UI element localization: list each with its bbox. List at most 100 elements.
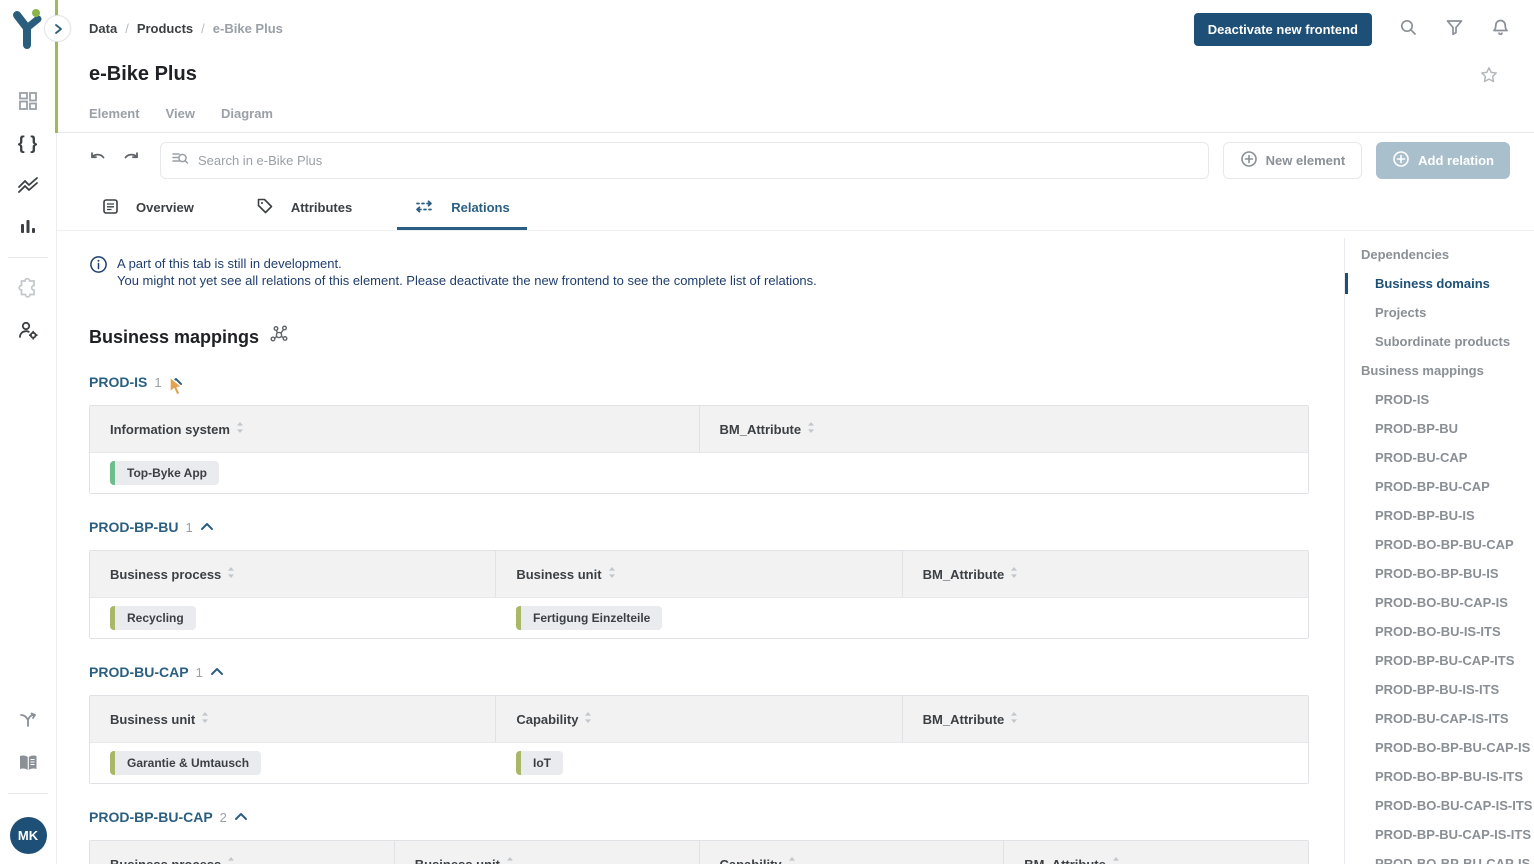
element-tag-top-byke-app[interactable]: Top-Byke App — [110, 461, 219, 485]
tab-label: Relations — [451, 200, 510, 215]
tab-attributes[interactable]: Attributes — [239, 188, 369, 230]
element-tag-iot[interactable]: IoT — [516, 751, 563, 775]
new-element-button[interactable]: New element — [1223, 142, 1362, 179]
section-toggle-prod-bp-bu[interactable]: PROD-BP-BU1 — [89, 518, 1342, 536]
bell-icon[interactable] — [1491, 18, 1510, 42]
element-search-box[interactable] — [160, 142, 1209, 179]
section-toggle-prod-bp-bu-cap[interactable]: PROD-BP-BU-CAP2 — [89, 808, 1342, 826]
column-header-bm-attribute[interactable]: BM_Attribute — [1004, 841, 1308, 864]
redo-icon[interactable] — [121, 149, 141, 172]
column-label: Business unit — [110, 712, 195, 727]
trend-lines-icon[interactable] — [0, 164, 56, 206]
development-notice: A part of this tab is still in developme… — [89, 255, 1342, 289]
breadcrumb-current: e-Bike Plus — [213, 21, 283, 36]
column-label: Business unit — [516, 567, 601, 582]
book-icon[interactable] — [0, 742, 56, 784]
tab-relations[interactable]: Relations — [397, 188, 527, 230]
deactivate-new-frontend-button[interactable]: Deactivate new frontend — [1194, 13, 1372, 46]
search-input[interactable] — [196, 152, 1198, 169]
sidebar-expand-button[interactable] — [44, 15, 71, 42]
column-header-business-unit[interactable]: Business unit — [395, 841, 700, 864]
deps-item-prod-bo-bu-cap-is-its[interactable]: PROD-BO-BU-CAP-IS-ITS — [1345, 791, 1534, 820]
deps-item-prod-bo-bp-bu-is-its[interactable]: PROD-BO-BP-BU-IS-ITS — [1345, 762, 1534, 791]
search-icon[interactable] — [1399, 18, 1418, 42]
network-icon[interactable] — [269, 325, 290, 349]
tab-overview[interactable]: Overview — [85, 188, 211, 230]
column-header-business-unit[interactable]: Business unit — [496, 551, 902, 597]
deps-item-subordinate-products[interactable]: Subordinate products — [1345, 327, 1534, 356]
avatar[interactable]: MK — [10, 817, 47, 854]
table-row: Garantie & Umtausch IoT — [90, 742, 1308, 783]
deps-item-prod-bu-cap-is-its[interactable]: PROD-BU-CAP-IS-ITS — [1345, 704, 1534, 733]
breadcrumb-products[interactable]: Products — [137, 21, 193, 36]
branch-icon[interactable] — [0, 700, 56, 742]
sort-icon — [236, 421, 244, 437]
main-content: A part of this tab is still in developme… — [57, 231, 1342, 864]
deps-item-prod-bp-bu-is-its[interactable]: PROD-BP-BU-IS-ITS — [1345, 675, 1534, 704]
deps-item-prod-bo-bp-bu-cap[interactable]: PROD-BO-BP-BU-CAP — [1345, 530, 1534, 559]
undo-icon[interactable] — [88, 149, 108, 172]
element-tag-fertigung-einzelteile[interactable]: Fertigung Einzelteile — [516, 606, 662, 630]
deps-group-dependencies[interactable]: Dependencies — [1345, 240, 1534, 269]
column-header-information-system[interactable]: Information system — [90, 406, 700, 452]
column-header-bm-attribute[interactable]: BM_Attribute — [700, 406, 1309, 452]
app-window: { } — [0, 0, 1534, 864]
deps-item-prod-bo-bu-cap-is[interactable]: PROD-BO-BU-CAP-IS — [1345, 588, 1534, 617]
dashboard-icon[interactable] — [0, 80, 56, 122]
element-tag-recycling[interactable]: Recycling — [110, 606, 196, 630]
deps-item-projects[interactable]: Projects — [1345, 298, 1534, 327]
deps-item-business-domains[interactable]: Business domains — [1345, 269, 1534, 298]
deps-item-prod-bp-bu-cap-its[interactable]: PROD-BP-BU-CAP-ITS — [1345, 646, 1534, 675]
section-label: PROD-IS — [89, 374, 147, 390]
mapping-table-prod-bp-bu-cap: Business process Business unit Capability B… — [89, 840, 1309, 864]
element-tag-garantie-umtausch[interactable]: Garantie & Umtausch — [110, 751, 261, 775]
sort-icon — [807, 421, 815, 437]
deps-item-prod-bo-bp-bu-cap-is[interactable]: PROD-BO-BP-BU-CAP-IS- — [1345, 849, 1534, 864]
column-label: BM_Attribute — [923, 712, 1005, 727]
toolbar: New element Add relation — [57, 133, 1534, 188]
add-relation-button[interactable]: Add relation — [1376, 142, 1510, 179]
left-sidebar: { } — [0, 0, 57, 864]
section-toggle-prod-is[interactable]: PROD-IS1 — [89, 373, 1342, 391]
table-cell — [902, 598, 1308, 638]
tab-bar: Overview Attributes Relations — [57, 188, 1534, 231]
column-header-bm-attribute[interactable]: BM_Attribute — [903, 551, 1308, 597]
deps-item-prod-bo-bp-bu-is[interactable]: PROD-BO-BP-BU-IS — [1345, 559, 1534, 588]
code-braces-icon[interactable]: { } — [0, 122, 56, 164]
sort-icon — [788, 856, 796, 864]
table-cell: Garantie & Umtausch — [90, 743, 496, 783]
filter-icon[interactable] — [1445, 18, 1464, 42]
menu-element[interactable]: Element — [89, 106, 140, 121]
page-header: Data / Products / e-Bike Plus Deactivate… — [57, 0, 1534, 133]
puzzle-icon[interactable] — [0, 267, 56, 309]
deps-item-prod-bp-bu-cap[interactable]: PROD-BP-BU-CAP — [1345, 472, 1534, 501]
deps-item-prod-bu-cap[interactable]: PROD-BU-CAP — [1345, 443, 1534, 472]
column-header-business-process[interactable]: Business process — [90, 841, 395, 864]
section-toggle-prod-bu-cap[interactable]: PROD-BU-CAP1 — [89, 663, 1342, 681]
column-header-capability[interactable]: Capability — [496, 696, 902, 742]
deps-item-prod-bo-bp-bu-cap-is[interactable]: PROD-BO-BP-BU-CAP-IS — [1345, 733, 1534, 762]
deps-item-prod-is[interactable]: PROD-IS — [1345, 385, 1534, 414]
user-settings-icon[interactable] — [0, 309, 56, 351]
bar-chart-icon[interactable] — [0, 206, 56, 248]
deps-group-business-mappings[interactable]: Business mappings — [1345, 356, 1534, 385]
column-header-bm-attribute[interactable]: BM_Attribute — [903, 696, 1308, 742]
brand-logo[interactable] — [8, 6, 46, 55]
column-header-capability[interactable]: Capability — [700, 841, 1005, 864]
page-title: e-Bike Plus — [89, 63, 197, 86]
column-header-business-unit[interactable]: Business unit — [90, 696, 496, 742]
deps-item-prod-bp-bu-is[interactable]: PROD-BP-BU-IS — [1345, 501, 1534, 530]
tag-icon — [256, 197, 274, 218]
menu-diagram[interactable]: Diagram — [221, 106, 273, 121]
sort-icon — [1112, 856, 1120, 864]
deps-item-prod-bp-bu-cap-is-its[interactable]: PROD-BP-BU-CAP-IS-ITS — [1345, 820, 1534, 849]
star-icon[interactable] — [1480, 66, 1498, 89]
deps-item-prod-bp-bu[interactable]: PROD-BP-BU — [1345, 414, 1534, 443]
menu-view[interactable]: View — [166, 106, 195, 121]
column-header-business-process[interactable]: Business process — [90, 551, 496, 597]
tab-label: Overview — [136, 200, 194, 215]
deps-item-prod-bo-bu-is-its[interactable]: PROD-BO-BU-IS-ITS — [1345, 617, 1534, 646]
breadcrumb-data[interactable]: Data — [89, 21, 117, 36]
column-label: Business unit — [415, 857, 500, 864]
column-label: Capability — [720, 857, 782, 864]
